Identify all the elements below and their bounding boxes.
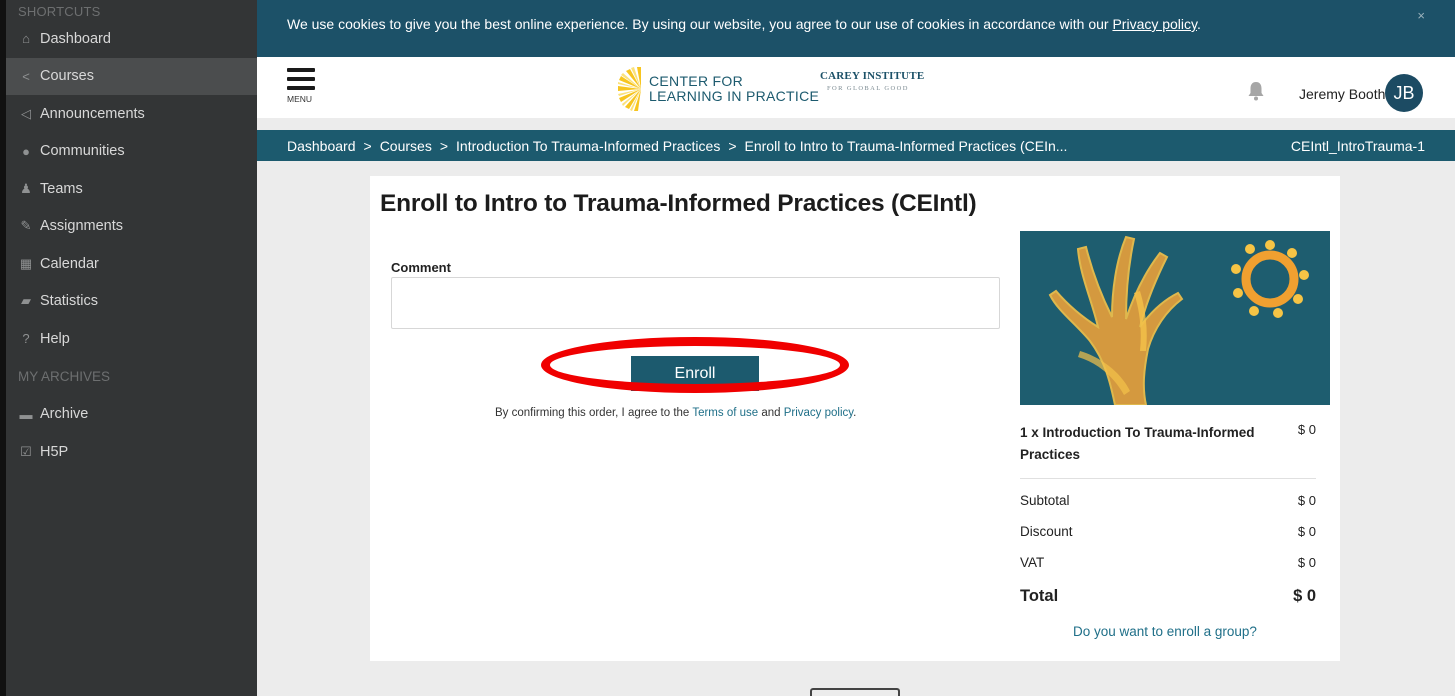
order-item: 1 x Introduction To Trauma-Informed Prac… — [1020, 422, 1316, 466]
main-area: We use cookies to give you the best onli… — [257, 0, 1455, 696]
order-item-name: 1 x Introduction To Trauma-Informed Prac… — [1020, 425, 1255, 462]
sunburst-logo-icon — [618, 67, 641, 111]
discount-label: Discount — [1020, 524, 1073, 539]
breadcrumb-separator: > — [728, 137, 737, 154]
total-value: $ 0 — [1293, 587, 1316, 605]
order-item-price: $ 0 — [1297, 422, 1316, 437]
share-icon: < — [22, 68, 30, 84]
terms-of-use-link[interactable]: Terms of use — [692, 407, 758, 419]
sidebar-item-label: Archive — [40, 406, 89, 423]
user-name[interactable]: Jeremy Booth — [1299, 86, 1385, 102]
area-chart-icon: ▰ — [21, 293, 31, 309]
breadcrumb-separator: > — [363, 137, 372, 154]
subtotal-value: $ 0 — [1297, 493, 1316, 508]
sidebar-heading-archives: MY ARCHIVES — [18, 369, 111, 384]
comment-icon: ● — [22, 143, 30, 159]
menu-label: MENU — [287, 94, 313, 104]
divider — [1020, 478, 1316, 479]
cookie-text-suffix: . — [1197, 16, 1201, 32]
sidebar-heading-shortcuts: SHORTCUTS — [18, 4, 101, 19]
sidebar-item-label: Dashboard — [40, 30, 111, 47]
hamburger-icon-bar — [287, 77, 315, 81]
comment-field[interactable] — [391, 277, 1000, 329]
enroll-group-link[interactable]: Do you want to enroll a group? — [1073, 624, 1257, 639]
sidebar-item-announcements[interactable]: ◁ Announcements — [6, 95, 257, 133]
logo-line-1: CENTER FOR — [649, 73, 743, 89]
hamburger-icon — [287, 68, 315, 72]
avatar[interactable]: JB — [1385, 74, 1423, 112]
footer-badge — [810, 688, 900, 696]
sidebar-item-help[interactable]: ? Help — [6, 320, 257, 358]
sidebar-item-assignments[interactable]: ✎ Assignments — [6, 208, 257, 246]
agreement-and: and — [758, 407, 784, 419]
sidebar-item-communities[interactable]: ● Communities — [6, 133, 257, 171]
vat-label: VAT — [1020, 555, 1045, 570]
discount-value: $ 0 — [1297, 524, 1316, 539]
sidebar-item-statistics[interactable]: ▰ Statistics — [6, 283, 257, 321]
bell-icon[interactable] — [1247, 81, 1265, 101]
sidebar-item-label: Announcements — [40, 105, 145, 122]
page-title: Enroll to Intro to Trauma-Informed Pract… — [380, 190, 977, 217]
privacy-policy-link[interactable]: Privacy policy — [784, 407, 853, 419]
cookie-text: We use cookies to give you the best onli… — [287, 16, 1113, 32]
breadcrumb: Dashboard > Courses > Introduction To Tr… — [257, 130, 1455, 161]
discount-row: Discount $ 0 — [1020, 524, 1316, 539]
sidebar-item-teams[interactable]: ♟ Teams — [6, 170, 257, 208]
site-logo[interactable]: CENTER FOR LEARNING IN PRACTICE CAREY IN… — [617, 66, 947, 112]
sidebar-item-label: Communities — [40, 143, 125, 160]
breadcrumb-separator: > — [439, 137, 449, 154]
hand-illustration-icon — [1048, 235, 1309, 405]
group-icon: ♟ — [20, 180, 32, 196]
sidebar-item-archive[interactable]: ▬ Archive — [6, 396, 257, 434]
course-image — [1020, 231, 1330, 405]
hamburger-icon-bar — [287, 86, 315, 90]
enroll-card: Enroll to Intro to Trauma-Informed Pract… — [370, 176, 1340, 661]
sidebar-item-label: H5P — [40, 443, 69, 460]
sidebar-item-label: Assignments — [40, 218, 124, 235]
breadcrumb-item-courses[interactable]: Courses — [380, 138, 432, 154]
top-header: MENU CENTER FOR LEARNING IN PRACTICE CAR… — [257, 57, 1455, 118]
vat-row: VAT $ 0 — [1020, 555, 1316, 570]
agreement-prefix: By confirming this order, I agree to the — [495, 407, 693, 419]
comment-label: Comment — [391, 260, 451, 275]
home-icon: ⌂ — [22, 31, 30, 47]
course-code: CEIntl_IntroTrauma-1 — [1290, 138, 1425, 154]
logo-text: CENTER FOR LEARNING IN PRACTICE — [649, 74, 819, 104]
vat-value: $ 0 — [1297, 555, 1316, 570]
menu-button[interactable]: MENU — [287, 68, 317, 104]
total-row: Total $ 0 — [1020, 587, 1316, 606]
breadcrumb-item-dashboard[interactable]: Dashboard — [287, 138, 356, 154]
bullhorn-icon: ◁ — [21, 105, 31, 121]
partner-logo-subtext: FOR GLOBAL GOOD — [827, 85, 909, 92]
enroll-button[interactable]: Enroll — [631, 356, 759, 391]
cookie-privacy-link[interactable]: Privacy policy — [1112, 16, 1197, 32]
sidebar-item-label: Courses — [40, 68, 94, 85]
sidebar-item-label: Calendar — [40, 255, 99, 272]
sidebar-item-label: Teams — [40, 180, 83, 197]
question-circle-icon: ? — [22, 331, 30, 347]
breadcrumb-item-course[interactable]: Introduction To Trauma-Informed Practice… — [456, 138, 720, 154]
close-icon[interactable]: × — [1417, 8, 1425, 23]
sidebar-item-courses[interactable]: < Courses — [6, 57, 257, 95]
sidebar-item-dashboard[interactable]: ⌂ Dashboard — [6, 20, 257, 58]
sidebar-item-calendar[interactable]: ▦ Calendar — [6, 245, 257, 283]
cookie-banner: We use cookies to give you the best onli… — [257, 0, 1455, 57]
breadcrumb-item-current: Enroll to Intro to Trauma-Informed Pract… — [744, 137, 1068, 154]
folder-icon: ▬ — [19, 406, 33, 422]
agreement-text: By confirming this order, I agree to the… — [495, 407, 856, 419]
calendar-icon: ▦ — [19, 255, 33, 271]
agreement-suffix: . — [853, 407, 857, 419]
sidebar-item-label: Help — [40, 330, 70, 347]
total-label: Total — [1020, 587, 1059, 605]
sidebar-item-h5p[interactable]: ☑ H5P — [6, 433, 257, 471]
logo-line-2: LEARNING IN PRACTICE — [649, 88, 820, 104]
sidebar-item-label: Statistics — [40, 293, 99, 310]
subtotal-label: Subtotal — [1020, 493, 1070, 508]
sidebar: SHORTCUTS ⌂ Dashboard < Courses ◁ Announ… — [6, 0, 257, 696]
subtotal-row: Subtotal $ 0 — [1020, 493, 1316, 508]
pencil-icon: ✎ — [20, 218, 32, 234]
partner-logo-text: CAREY INSTITUTE — [820, 70, 925, 82]
check-square-icon: ☑ — [20, 443, 32, 459]
